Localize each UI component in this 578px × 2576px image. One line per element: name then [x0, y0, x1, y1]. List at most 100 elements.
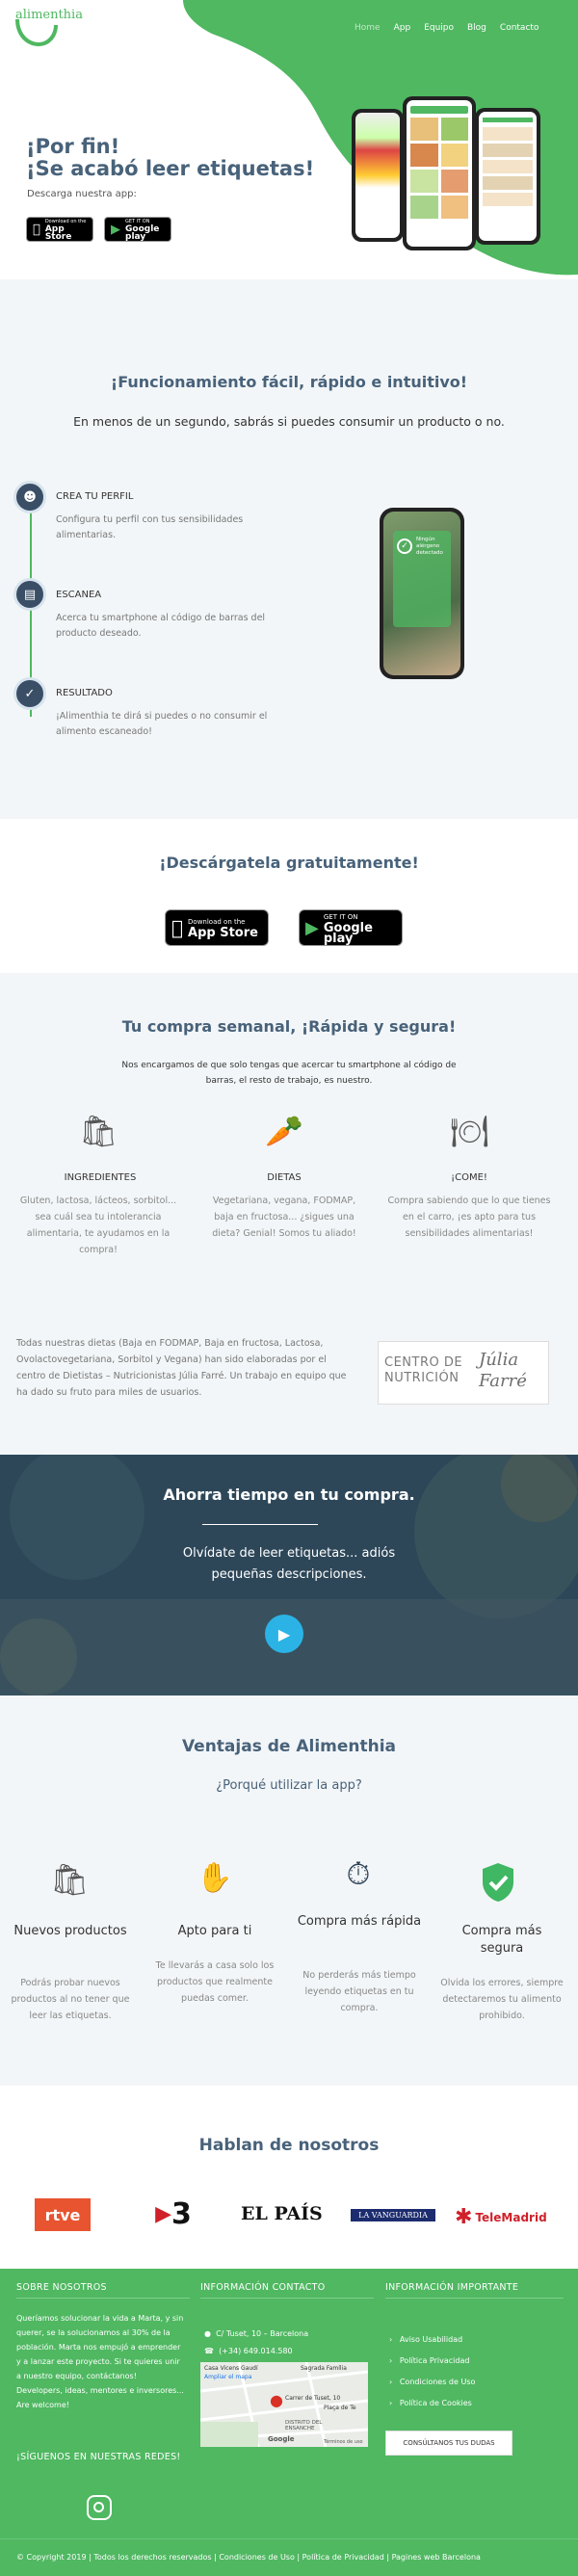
footer-contact-title: INFORMACIÓN CONTACTO — [200, 2282, 326, 2293]
weekly-title: Tu compra semanal, ¡Rápida y segura! — [121, 1017, 457, 1036]
partner-line2: NUTRICIÓN — [384, 1371, 460, 1385]
video-section: Ahorra tiempo en tu compra. Olvídate de … — [0, 1455, 578, 1695]
address-text: C/ Tuset, 10 – Barcelona — [216, 2329, 309, 2338]
advantage-title: Nuevos productos — [13, 1924, 127, 1938]
step-title: CREA TU PERFIL — [56, 491, 134, 502]
instagram-icon[interactable] — [87, 2495, 112, 2520]
hand-check-icon: ✋ — [197, 1861, 233, 1895]
julia-farre-logo[interactable]: CENTRO DE NUTRICIÓN Júlia Farré — [378, 1341, 549, 1405]
step-text: ¡Alimenthia te dirá si puedes o no consu… — [56, 711, 268, 737]
step-text: Acerca tu smartphone al código de barras… — [56, 613, 266, 639]
weekly-intro: Nos encargamos de que solo tengas que ac… — [121, 1061, 457, 1086]
step-text: Configura tu perfil con tus sensibilidad… — [56, 514, 244, 540]
advantages-subtitle: ¿Porqué utilizar la app? — [216, 1778, 362, 1793]
footer-address: ● C/ Tuset, 10 – Barcelona — [204, 2326, 308, 2341]
tv3-logo[interactable]: ▶ 3 — [149, 2194, 197, 2234]
map-label: Google — [268, 2435, 295, 2443]
chevron-right-icon: › — [389, 2378, 393, 2386]
contact-map[interactable]: Casa Vicens Gaudí Ampliar el mapa ● Carr… — [200, 2362, 368, 2447]
how-it-works-section: ¡Funcionamiento fácil, rápido e intuitiv… — [0, 279, 578, 819]
location-pin-icon: ● — [204, 2329, 211, 2338]
footer-link-label: Política Privacidad — [399, 2356, 470, 2365]
stopwatch-icon: ⏱ — [346, 1855, 371, 1892]
footer-link[interactable]: › Condiciones de Uso — [389, 2375, 475, 2389]
features-title: ¡Funcionamiento fácil, rápido e intuitiv… — [110, 373, 468, 391]
hero-googleplay-button[interactable]: ▶ GET IT ON Google play — [104, 217, 171, 242]
download-googleplay-button[interactable]: ▶ GET IT ON Google play — [299, 909, 403, 946]
hero-title-line1: ¡Por fin! — [26, 135, 120, 158]
advantages-title: Ventajas de Alimenthia — [181, 1737, 397, 1756]
footer-link[interactable]: › Política Privacidad — [389, 2353, 469, 2368]
advantage-text: No perderás más tiempo leyendo etiquetas… — [302, 1970, 416, 2013]
footer-social-title: ¡SÍGUENOS EN NUESTRAS REDES! — [16, 2452, 181, 2462]
video-text: Olvídate de leer etiquetas... adiós pequ… — [182, 1546, 396, 1582]
phone-icon: ☎ — [204, 2347, 214, 2355]
partner-script1: Júlia — [479, 1350, 519, 1370]
nav-app[interactable]: App — [394, 23, 411, 33]
brand-name[interactable]: alimenthia — [15, 8, 83, 22]
chevron-right-icon: › — [389, 2399, 393, 2407]
column-title: ¡COME! — [451, 1172, 487, 1183]
grocery-bag-icon: 🛍 — [79, 1113, 118, 1149]
press-title: Hablan de nosotros — [198, 2136, 380, 2155]
check-circle-icon: ✓ — [397, 539, 412, 554]
footer-link[interactable]: › Aviso Usabilidad — [389, 2332, 462, 2347]
vegetables-icon: 🥕 — [265, 1113, 303, 1149]
footer-phone[interactable]: ☎ (+34) 649.014.580 — [204, 2344, 293, 2358]
map-pin-icon: ● — [270, 2391, 283, 2409]
chevron-right-icon: › — [389, 2356, 393, 2365]
phone-result-text: Ningún alérgeno detectado — [416, 537, 443, 556]
press-section: Hablan de nosotros rtve ▶ 3 EL PAÍS LA V… — [0, 2086, 578, 2269]
nav-blog[interactable]: Blog — [467, 23, 486, 33]
tv3-logo-text: 3 — [171, 2196, 192, 2231]
map-label: Casa Vicens Gaudí — [204, 2365, 258, 2372]
footer-link[interactable]: › Política de Cookies — [389, 2396, 472, 2410]
footer-link-label: Condiciones de Uso — [399, 2378, 476, 2386]
check-icon: ✓ — [13, 677, 46, 710]
hero-section: alimenthia Home App Equipo Blog Contacto… — [0, 0, 578, 279]
hero-title: ¡Por fin! ¡Se acabó leer etiquetas! — [26, 136, 314, 180]
nav-contacto[interactable]: Contacto — [500, 23, 539, 33]
column-text: Compra sabiendo que lo que tienes en el … — [387, 1196, 551, 1239]
shield-check-icon — [479, 1861, 517, 1904]
phone-text: (+34) 649.014.580 — [219, 2347, 293, 2355]
map-enlarge-link[interactable]: Ampliar el mapa — [204, 2374, 251, 2380]
features-subtitle: En menos de un segundo, sabrás si puedes… — [73, 414, 505, 429]
el-pais-logo[interactable]: EL PAÍS — [241, 2203, 328, 2224]
partner-line1: CENTRO DE — [384, 1355, 463, 1370]
user-icon: ☻ — [13, 481, 46, 513]
appstore-big-label: App Store — [176, 926, 258, 940]
rtve-logo[interactable]: rtve — [35, 2198, 91, 2231]
phone-mockup-left — [352, 109, 404, 242]
footer-info-title: INFORMACIÓN IMPORTANTE — [385, 2282, 519, 2293]
footer-divider — [385, 2298, 564, 2299]
googleplay-big-label: Google play — [125, 224, 160, 242]
advantage-title: Apto para ti — [177, 1924, 252, 1938]
apple-icon:  — [33, 223, 40, 237]
hero-subtitle: Descarga nuestra app: — [27, 189, 137, 199]
map-terms-link[interactable]: Términos de uso — [324, 2439, 363, 2445]
download-section: ¡Descárgatela gratuitamente!  Download … — [0, 819, 578, 973]
map-label: Sagrada Família — [301, 2365, 347, 2372]
download-appstore-button[interactable]:  Download on theApp Store — [165, 909, 269, 946]
video-divider — [202, 1524, 318, 1525]
advantages-section: Ventajas de Alimenthia ¿Porqué utilizar … — [0, 1695, 578, 2086]
nav-home[interactable]: Home — [355, 23, 381, 33]
la-vanguardia-logo[interactable]: LA VANGUARDIA — [351, 2209, 435, 2221]
play-video-button[interactable]: ▶ — [265, 1615, 303, 1653]
advantage-text: Olvida los errores, siempre detectaremos… — [440, 1978, 564, 2021]
nav-equipo[interactable]: Equipo — [424, 23, 454, 33]
telemadrid-logo[interactable]: ✱ TeleMadrid — [455, 2205, 551, 2229]
column-text: Vegetariana, vegana, FODMAP, baja en fru… — [212, 1196, 356, 1239]
contact-us-button[interactable]: CONSÚLTANOS TUS DUDAS — [385, 2431, 512, 2456]
footer-link-label: Política de Cookies — [399, 2399, 472, 2407]
partner-script2: Farré — [479, 1371, 527, 1391]
advantage-title: Compra más segura — [461, 1924, 542, 1956]
phone-scan-mockup: ✓ Ningún alérgeno detectado — [380, 508, 464, 679]
play-icon: ▶ — [277, 1624, 291, 1643]
hero-appstore-button[interactable]:  Download on theApp Store — [26, 217, 93, 242]
footer: SOBRE NOSOTROS Queríamos solucionar la v… — [0, 2269, 578, 2538]
google-play-icon: ▶ — [111, 222, 120, 237]
advantage-text: Podrás probar nuevos productos al no ten… — [11, 1978, 130, 2021]
footer-link-label: Aviso Usabilidad — [399, 2335, 463, 2344]
